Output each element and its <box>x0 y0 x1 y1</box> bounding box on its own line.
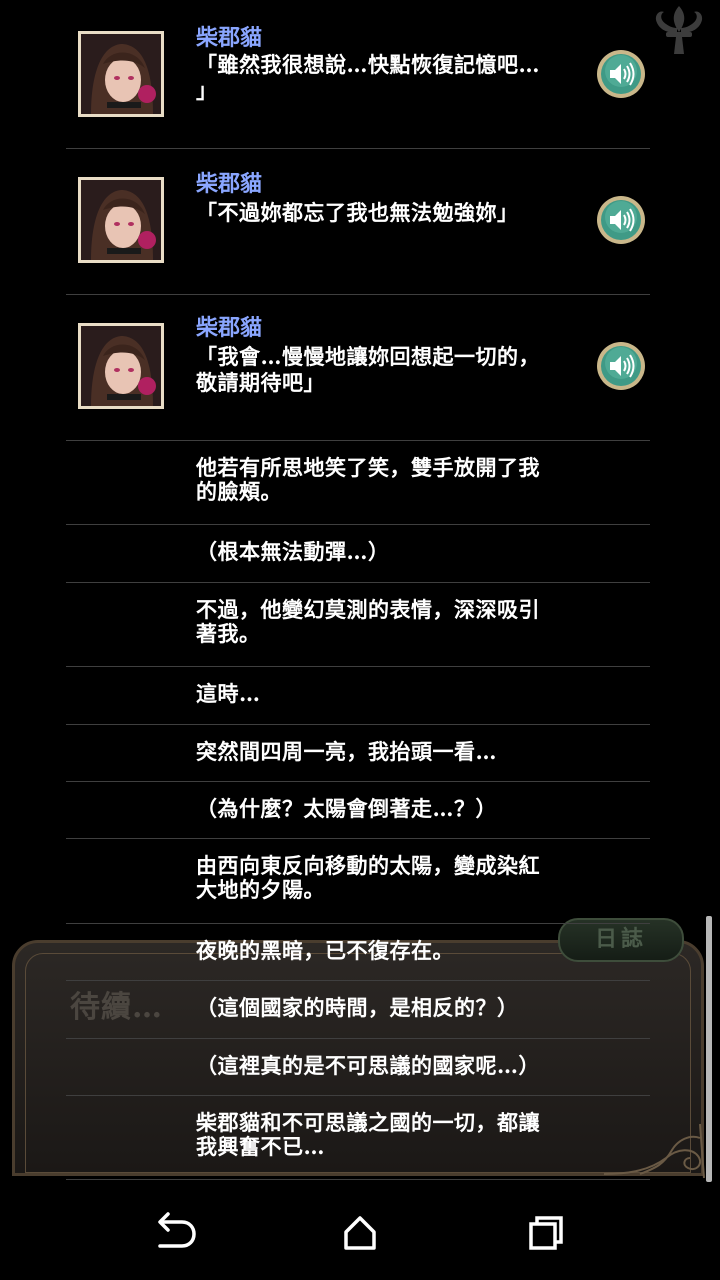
log-entry: 他若有所思地笑了笑，雙手放開了我 的臉頰。 <box>66 440 650 525</box>
log-entry: 突然間四周一亮，我抬頭一看… <box>66 724 650 782</box>
dialogue-text: 「雖然我很想說…快點恢復記憶吧… 」 <box>196 52 540 103</box>
play-voice-button[interactable] <box>596 195 646 245</box>
log-scrollbar[interactable] <box>706 916 712 1182</box>
character-avatar <box>78 177 164 263</box>
narration-text: （這個國家的時間，是相反的？） <box>196 995 519 1020</box>
recents-icon[interactable] <box>511 1198 581 1268</box>
character-avatar <box>78 323 164 409</box>
narration-text: 不過，他變幻莫測的表情，深深吸引 著我。 <box>196 597 540 646</box>
narration-text: （為什麼？太陽會倒著走…？） <box>196 796 497 821</box>
log-entry: 這時… <box>66 666 650 725</box>
cheshire-cat-portrait <box>81 34 161 114</box>
log-entry: （為什麼？太陽會倒著走…？） <box>66 781 650 839</box>
log-entry: （這裡真的是不可思議的國家呢…） <box>66 1038 650 1096</box>
play-voice-button[interactable] <box>596 49 646 99</box>
cheshire-cat-portrait <box>81 180 161 260</box>
log-entry: 夜晚的黑暗，已不復存在。 <box>66 923 650 981</box>
narration-text: 這時… <box>196 681 261 706</box>
cheshire-cat-portrait <box>81 326 161 406</box>
home-icon[interactable] <box>325 1198 395 1268</box>
narration-text: 柴郡貓和不可思議之國的一切，都讓 我興奮不已… <box>196 1110 540 1159</box>
speaker-name: 柴郡貓 <box>196 171 263 197</box>
dialogue-text: 「不過妳都忘了我也無法勉強妳」 <box>196 200 519 225</box>
narration-text: 夜晚的黑暗，已不復存在。 <box>196 938 454 963</box>
narration-text: （這裡真的是不可思議的國家呢…） <box>196 1053 540 1078</box>
log-entry: 柴郡貓 「雖然我很想說…快點恢復記憶吧… 」 <box>66 0 650 149</box>
speaker-name: 柴郡貓 <box>196 315 263 341</box>
log-entry: 柴郡貓 「我會…慢慢地讓妳回想起一切的， 敬請期待吧」 <box>66 294 650 441</box>
log-entry: 由西向東反向移動的太陽，變成染紅 大地的夕陽。 <box>66 838 650 924</box>
log-entry: 不過，他變幻莫測的表情，深深吸引 著我。 <box>66 582 650 667</box>
log-entry: （根本無法動彈…） <box>66 524 650 583</box>
narration-text: 由西向東反向移動的太陽，變成染紅 大地的夕陽。 <box>196 853 540 902</box>
narration-text: （根本無法動彈…） <box>196 539 390 564</box>
log-entry: 柴郡貓和不可思議之國的一切，都讓 我興奮不已… <box>66 1095 650 1180</box>
log-entry: （這個國家的時間，是相反的？） <box>66 980 650 1039</box>
system-nav-bar <box>0 1184 720 1280</box>
log-entry: 柴郡貓 「不過妳都忘了我也無法勉強妳」 <box>66 148 650 295</box>
back-arrow-icon[interactable] <box>138 1198 208 1268</box>
speaker-name: 柴郡貓 <box>196 25 263 51</box>
backlog-panel[interactable]: 柴郡貓 「雖然我很想說…快點恢復記憶吧… 」 柴郡貓 「不過妳都忘了我也無法勉強… <box>66 0 650 1180</box>
play-voice-button[interactable] <box>596 341 646 391</box>
character-avatar <box>78 31 164 117</box>
narration-text: 突然間四周一亮，我抬頭一看… <box>196 739 497 764</box>
dialogue-text: 「我會…慢慢地讓妳回想起一切的， 敬請期待吧」 <box>196 344 540 395</box>
fleur-de-lis-icon <box>655 6 703 54</box>
narration-text: 他若有所思地笑了笑，雙手放開了我 的臉頰。 <box>196 455 540 504</box>
